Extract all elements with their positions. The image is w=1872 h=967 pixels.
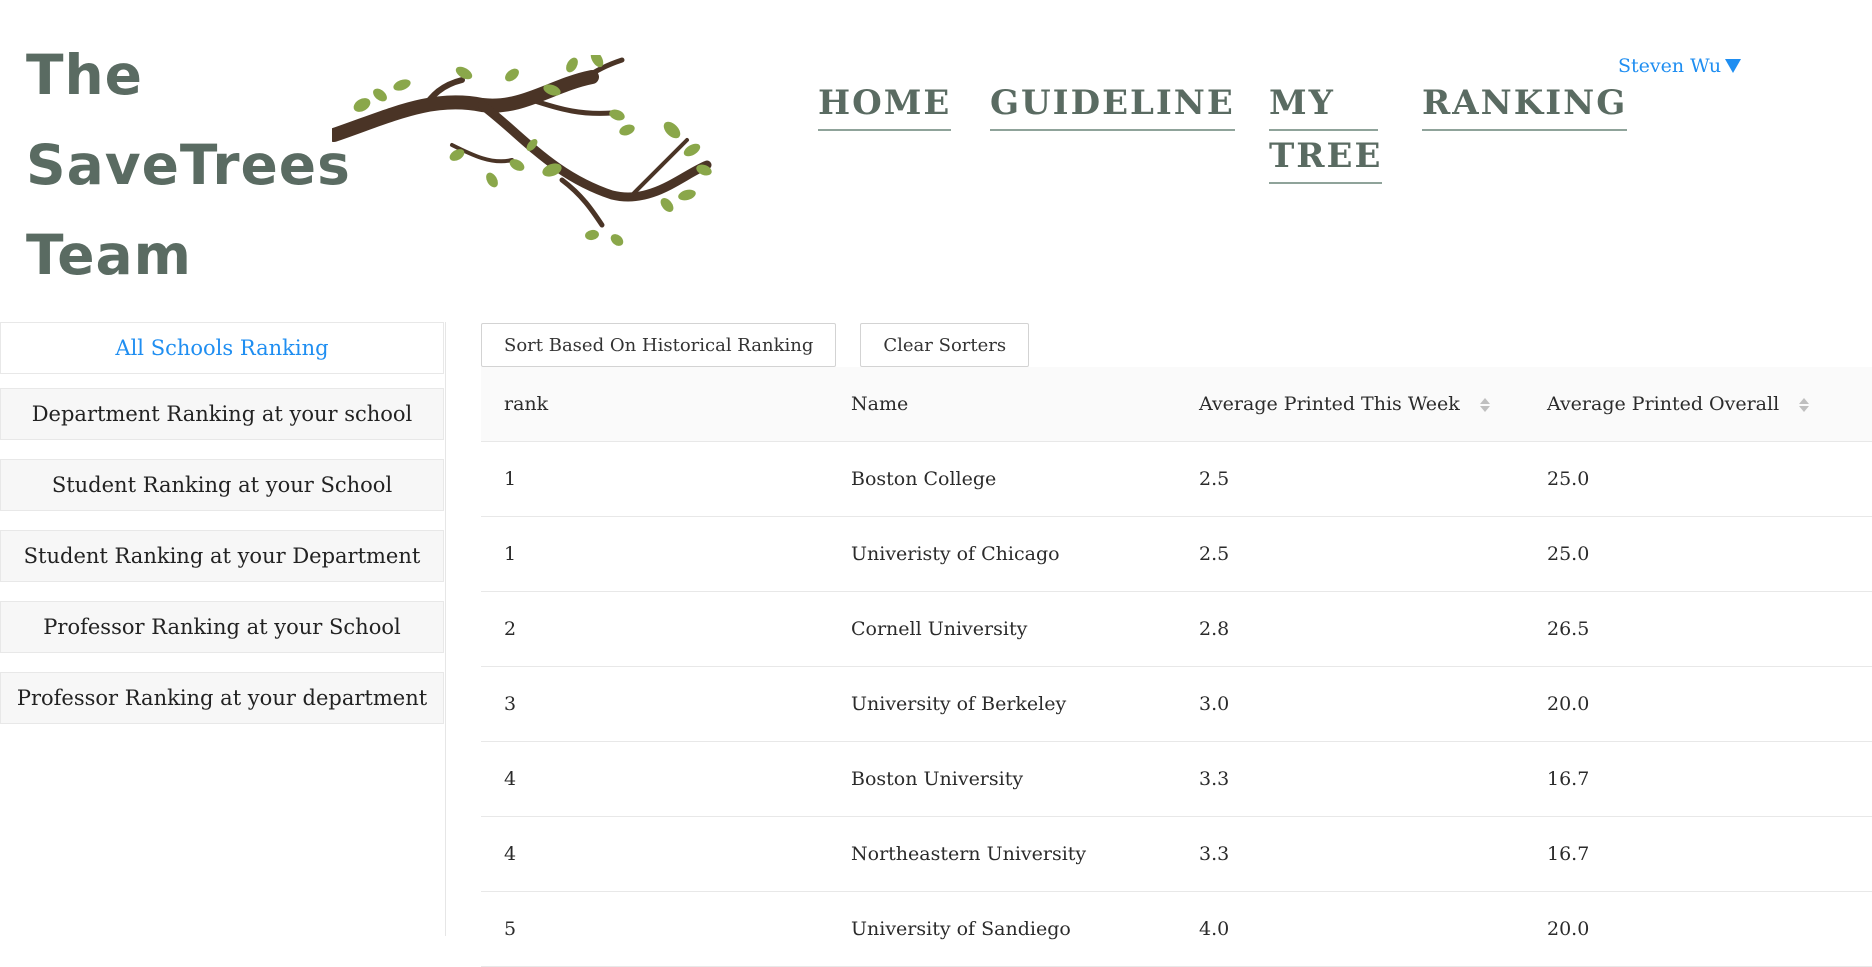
ranking-table: rank Name Average Printed This Week Aver… — [481, 367, 1872, 967]
column-header-week[interactable]: Average Printed This Week — [1199, 393, 1490, 415]
sidebar-item-label: Professor Ranking at your department — [16, 686, 428, 710]
sidebar-item-label: Student Ranking at your School — [51, 473, 393, 497]
table-row: 1 Boston College 2.5 25.0 — [481, 442, 1872, 517]
column-header-overall-label: Average Printed Overall — [1547, 393, 1780, 415]
cell-name: Boston University — [851, 768, 1024, 790]
sidebar-item-label: Student Ranking at your Department — [23, 544, 421, 568]
clear-sorters-button[interactable]: Clear Sorters — [860, 323, 1030, 367]
cell-overall: 20.0 — [1547, 693, 1590, 715]
cell-rank: 1 — [504, 543, 517, 565]
cell-overall: 16.7 — [1547, 768, 1590, 790]
cell-rank: 1 — [504, 468, 517, 490]
nav-home-label: HOME — [818, 78, 952, 131]
cell-week: 3.3 — [1199, 768, 1230, 790]
nav-guideline-label: GUIDELINE — [990, 78, 1235, 131]
nav-guideline[interactable]: GUIDELINE — [990, 78, 1235, 131]
table-toolbar: Sort Based On Historical Ranking Clear S… — [481, 323, 1030, 367]
cell-overall: 20.0 — [1547, 918, 1590, 940]
nav-ranking[interactable]: RANKING — [1422, 78, 1628, 131]
sidebar-item-label: All Schools Ranking — [115, 336, 329, 360]
column-header-overall[interactable]: Average Printed Overall — [1547, 393, 1810, 415]
sidebar-item-all-schools-ranking[interactable]: All Schools Ranking — [0, 322, 444, 374]
cell-week: 2.5 — [1199, 543, 1230, 565]
sidebar-item-professor-ranking-school[interactable]: Professor Ranking at your School — [0, 601, 444, 653]
nav-my-tree-label-line-2: TREE — [1269, 131, 1383, 184]
table-row: 2 Cornell University 2.8 26.5 — [481, 592, 1872, 667]
cell-week: 2.5 — [1199, 468, 1230, 490]
table-row: 1 Univeristy of Chicago 2.5 25.0 — [481, 517, 1872, 592]
cell-name: Univeristy of Chicago — [851, 543, 1060, 565]
sidebar-item-student-ranking-department[interactable]: Student Ranking at your Department — [0, 530, 444, 582]
sidebar-item-label: Department Ranking at your school — [31, 402, 413, 426]
caret-down-icon — [1725, 59, 1742, 73]
table-row: 3 University of Berkeley 3.0 20.0 — [481, 667, 1872, 742]
cell-week: 4.0 — [1199, 918, 1230, 940]
column-header-rank: rank — [504, 393, 549, 415]
nav-my-tree[interactable]: MY TREE — [1269, 78, 1383, 184]
cell-name: University of Sandiego — [851, 918, 1071, 940]
column-header-name: Name — [851, 393, 909, 415]
cell-overall: 16.7 — [1547, 843, 1590, 865]
cell-overall: 26.5 — [1547, 618, 1590, 640]
sort-historical-button[interactable]: Sort Based On Historical Ranking — [481, 323, 837, 367]
main-nav: HOME GUIDELINE MY TREE RANKING — [0, 78, 1872, 198]
cell-name: Boston College — [851, 468, 997, 490]
sidebar: All Schools Ranking Department Ranking a… — [0, 322, 446, 936]
cell-week: 3.3 — [1199, 843, 1230, 865]
sidebar-item-professor-ranking-department[interactable]: Professor Ranking at your department — [0, 672, 444, 724]
cell-rank: 3 — [504, 693, 517, 715]
cell-name: Northeastern University — [851, 843, 1087, 865]
column-header-week-label: Average Printed This Week — [1199, 393, 1460, 415]
table-header-row: rank Name Average Printed This Week Aver… — [481, 367, 1872, 442]
cell-overall: 25.0 — [1547, 468, 1590, 490]
cell-rank: 2 — [504, 618, 517, 640]
cell-overall: 25.0 — [1547, 543, 1590, 565]
cell-rank: 4 — [504, 843, 517, 865]
nav-my-tree-label-line-1: MY — [1269, 78, 1378, 131]
user-name: Steven Wu — [1618, 55, 1722, 77]
sort-icon[interactable] — [1799, 398, 1810, 412]
cell-name: Cornell University — [851, 618, 1028, 640]
table-row: 4 Boston University 3.3 16.7 — [481, 742, 1872, 817]
table-row: 4 Northeastern University 3.3 16.7 — [481, 817, 1872, 892]
cell-name: University of Berkeley — [851, 693, 1067, 715]
nav-ranking-label: RANKING — [1422, 78, 1628, 131]
nav-home[interactable]: HOME — [818, 78, 952, 131]
cell-week: 2.8 — [1199, 618, 1230, 640]
cell-rank: 4 — [504, 768, 517, 790]
sidebar-item-label: Professor Ranking at your School — [43, 615, 401, 639]
sidebar-item-student-ranking-school[interactable]: Student Ranking at your School — [0, 459, 444, 511]
user-menu[interactable]: Steven Wu — [1618, 55, 1742, 77]
cell-week: 3.0 — [1199, 693, 1230, 715]
sort-icon[interactable] — [1479, 398, 1490, 412]
sidebar-item-department-ranking[interactable]: Department Ranking at your school — [0, 388, 444, 440]
cell-rank: 5 — [504, 918, 517, 940]
brand-title-line-3: Team — [26, 223, 192, 287]
table-row: 5 University of Sandiego 4.0 20.0 — [481, 892, 1872, 967]
